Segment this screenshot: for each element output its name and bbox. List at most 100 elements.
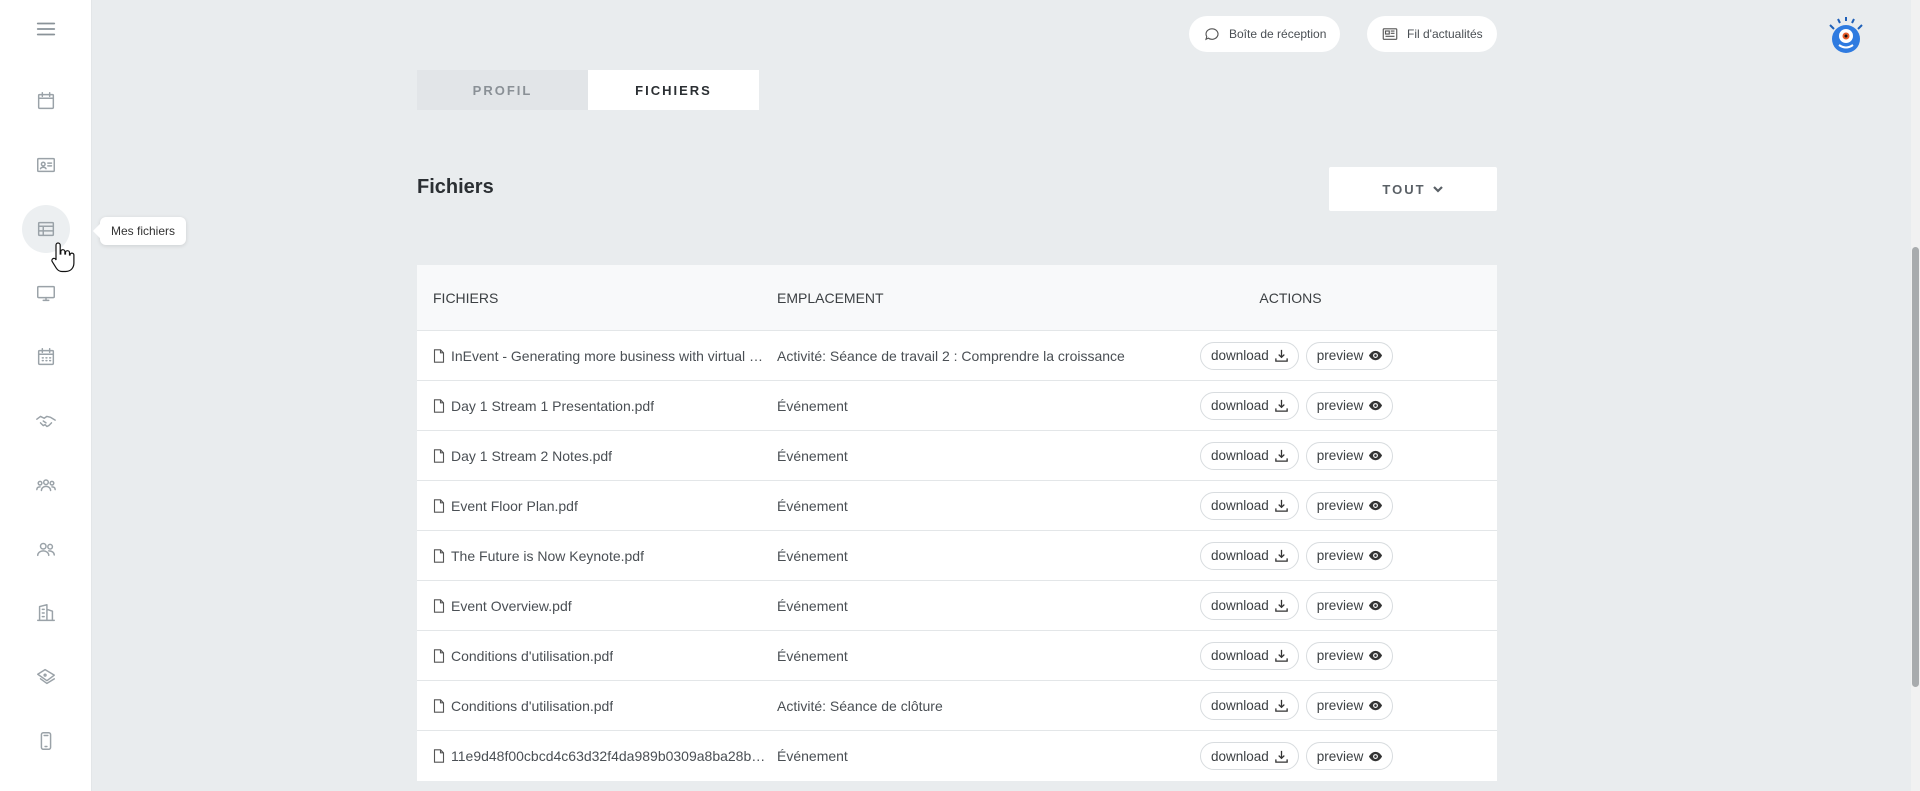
file-name[interactable]: The Future is Now Keynote.pdf (451, 548, 644, 564)
eye-icon (1369, 600, 1383, 611)
file-location: Événement (777, 447, 848, 464)
file-location: Activité: Séance de clôture (777, 697, 943, 714)
actions-cell: download preview (1194, 541, 1497, 570)
sidebar-item-networking[interactable] (22, 397, 70, 445)
download-icon (1275, 649, 1288, 662)
sidebar-item-calendar[interactable] (22, 77, 70, 125)
file-name[interactable]: Day 1 Stream 1 Presentation.pdf (451, 398, 654, 414)
actions-cell: download preview (1194, 441, 1497, 470)
table-icon (37, 221, 55, 237)
sidebar-tooltip: Mes fichiers (100, 217, 187, 245)
tickets-icon (37, 668, 55, 685)
files-table: FICHIERS EMPLACEMENT ACTIONS InEvent - G… (417, 265, 1497, 781)
monitor-icon (37, 285, 55, 302)
tab-profile[interactable]: PROFIL (417, 70, 588, 110)
eye-icon (1369, 751, 1383, 761)
inbox-button[interactable]: Boîte de réception (1189, 16, 1341, 52)
preview-button[interactable]: preview (1305, 591, 1394, 620)
news-feed-label: Fil d'actualités (1407, 27, 1483, 41)
preview-button[interactable]: preview (1305, 491, 1394, 520)
actions-cell: download preview (1194, 591, 1497, 620)
eye-icon (1369, 700, 1383, 711)
preview-button[interactable]: preview (1305, 742, 1394, 770)
handshake-icon (36, 415, 56, 428)
download-button[interactable]: download (1200, 341, 1299, 370)
file-name[interactable]: InEvent - Generating more business with … (451, 348, 766, 364)
group-icon (36, 479, 56, 492)
download-button[interactable]: download (1200, 441, 1299, 470)
page-title: Fichiers (417, 176, 494, 198)
download-button[interactable]: download (1200, 641, 1299, 670)
download-label: download (1211, 498, 1269, 513)
file-location: Événement (777, 397, 848, 414)
download-icon (1275, 750, 1288, 763)
file-name[interactable]: Event Overview.pdf (451, 598, 572, 614)
preview-label: preview (1316, 348, 1364, 363)
table-row: Event Overview.pdf Événement download pr… (417, 581, 1497, 631)
scrollbar-track[interactable] (1911, 0, 1920, 791)
profile-tabs: PROFIL FICHIERS (417, 70, 759, 110)
download-icon (1275, 599, 1288, 612)
file-icon (433, 598, 445, 613)
download-button[interactable]: download (1200, 491, 1299, 520)
preview-label: preview (1316, 598, 1364, 613)
download-button[interactable]: download (1200, 742, 1299, 770)
file-location: Événement (777, 497, 848, 514)
menu-button[interactable] (22, 5, 70, 53)
table-row: Event Floor Plan.pdf Événement download … (417, 481, 1497, 531)
table-row: Conditions d'utilisation.pdf Événement d… (417, 631, 1497, 681)
file-location: Événement (777, 748, 848, 764)
file-name[interactable]: Event Floor Plan.pdf (451, 498, 578, 514)
download-icon (1275, 349, 1288, 362)
sidebar-item-sponsors[interactable] (22, 589, 70, 637)
download-icon (1275, 449, 1288, 462)
file-name[interactable]: 11e9d48f00cbcd4c63d32f4da989b0309a8ba28b… (451, 748, 766, 764)
news-feed-button[interactable]: Fil d'actualités (1367, 16, 1497, 52)
sidebar-item-people[interactable] (22, 525, 70, 573)
download-button[interactable]: download (1200, 591, 1299, 620)
preview-button[interactable]: preview (1305, 691, 1394, 720)
table-row: Day 1 Stream 1 Presentation.pdf Événemen… (417, 381, 1497, 431)
file-cell: 11e9d48f00cbcd4c63d32f4da989b0309a8ba28b… (417, 748, 769, 764)
eye-icon (1369, 550, 1383, 561)
download-label: download (1211, 398, 1269, 413)
preview-button[interactable]: preview (1305, 341, 1394, 370)
header-location: EMPLACEMENT (777, 289, 884, 306)
building-icon (37, 604, 55, 622)
preview-button[interactable]: preview (1305, 391, 1394, 420)
file-name[interactable]: Conditions d'utilisation.pdf (451, 648, 613, 664)
file-name[interactable]: Day 1 Stream 2 Notes.pdf (451, 448, 612, 464)
download-label: download (1211, 548, 1269, 563)
preview-label: preview (1316, 698, 1364, 713)
download-button[interactable]: download (1200, 691, 1299, 720)
preview-button[interactable]: preview (1305, 641, 1394, 670)
download-button[interactable]: download (1200, 391, 1299, 420)
table-header: FICHIERS EMPLACEMENT ACTIONS (417, 265, 1497, 331)
sidebar-item-tickets[interactable] (22, 653, 70, 701)
file-name[interactable]: Conditions d'utilisation.pdf (451, 698, 613, 714)
file-cell: Event Overview.pdf (417, 598, 769, 614)
user-avatar[interactable] (1826, 17, 1866, 57)
sidebar-item-profile[interactable] (22, 141, 70, 189)
preview-button[interactable]: preview (1305, 541, 1394, 570)
sidebar-item-groups[interactable] (22, 461, 70, 509)
file-icon (433, 398, 445, 413)
table-row: Conditions d'utilisation.pdf Activité: S… (417, 681, 1497, 731)
table-row: Day 1 Stream 2 Notes.pdf Événement downl… (417, 431, 1497, 481)
table-row: 11e9d48f00cbcd4c63d32f4da989b0309a8ba28b… (417, 731, 1497, 781)
sidebar-item-live[interactable] (22, 269, 70, 317)
sidebar-item-app[interactable] (22, 717, 70, 765)
file-icon (433, 348, 445, 363)
file-location: Événement (777, 597, 848, 614)
preview-button[interactable]: preview (1305, 441, 1394, 470)
preview-label: preview (1316, 498, 1364, 513)
scrollbar-thumb[interactable] (1912, 247, 1919, 687)
eye-icon (1369, 450, 1383, 461)
tab-files[interactable]: FICHIERS (588, 70, 759, 110)
filter-dropdown[interactable]: TOUT (1329, 167, 1497, 211)
table-row: InEvent - Generating more business with … (417, 331, 1497, 381)
download-button[interactable]: download (1200, 541, 1299, 570)
calendar-grid-icon (37, 348, 55, 366)
sidebar-item-agenda[interactable] (22, 333, 70, 381)
download-icon (1275, 499, 1288, 512)
